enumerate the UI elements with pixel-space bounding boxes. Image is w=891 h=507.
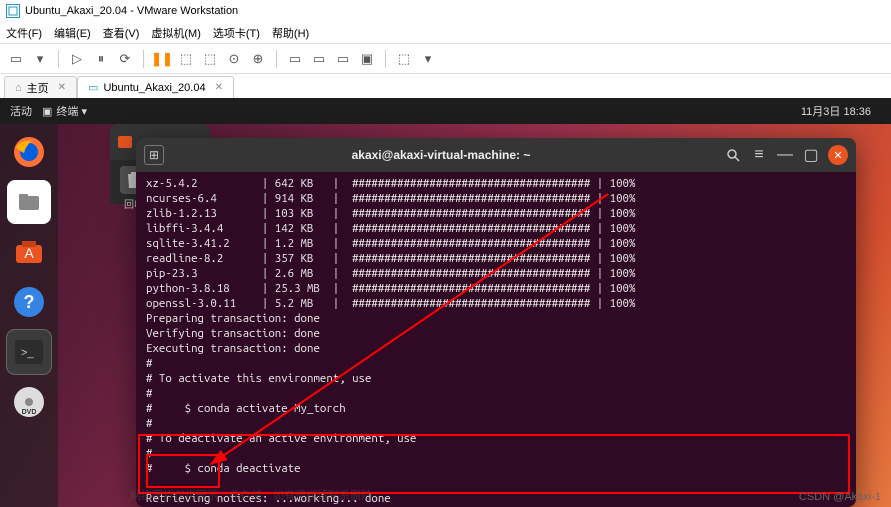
close-icon[interactable]: ✕ — [215, 82, 223, 93]
multi-icon[interactable]: ▣ — [357, 49, 377, 69]
vmware-title-text: Ubuntu_Akaxi_20.04 - VMware Workstation — [25, 5, 238, 17]
topbar-app[interactable]: ▣ 终端 ▾ — [42, 103, 87, 119]
faded-watermark: 网络图片仅供展示，非存储，如有侵权请联系删除。 — [130, 487, 383, 503]
stretch-icon[interactable]: ⬚ — [394, 49, 414, 69]
restart-icon[interactable]: ⟳ — [115, 49, 135, 69]
terminal-small-icon: ▣ — [42, 105, 52, 118]
tab-vm[interactable]: ▭ Ubuntu_Akaxi_20.04 ✕ — [77, 76, 234, 98]
activities-button[interactable]: 活动 — [10, 103, 32, 119]
ubuntu-topbar: 活动 ▣ 终端 ▾ 11月3日 18:36 — [0, 98, 891, 124]
vmware-icon — [6, 4, 20, 18]
tab-vm-label: Ubuntu_Akaxi_20.04 — [103, 82, 205, 94]
ubuntu-dock: A ? >_ DVD — [0, 124, 58, 507]
clock[interactable]: 11月3日 18:36 — [801, 103, 871, 119]
minimize-icon[interactable]: — — [774, 144, 796, 166]
vmware-tabs: ⌂ 主页 ✕ ▭ Ubuntu_Akaxi_20.04 ✕ — [0, 74, 891, 98]
vmware-menubar: 文件(F) 编辑(E) 查看(V) 虚拟机(M) 选项卡(T) 帮助(H) — [0, 22, 891, 44]
menu-icon[interactable]: ≡ — [748, 144, 770, 166]
terminal-body[interactable]: xz-5.4.2 | 642 KB | ####################… — [136, 172, 856, 507]
vm-tab-icon: ▭ — [88, 81, 98, 94]
home-icon: ⌂ — [15, 82, 22, 94]
pause-icon[interactable]: ❚❚ — [152, 49, 172, 69]
menu-tabs[interactable]: 选项卡(T) — [213, 25, 260, 41]
svg-text:>_: >_ — [21, 347, 34, 359]
terminal-icon[interactable]: >_ — [7, 330, 51, 374]
menu-help[interactable]: 帮助(H) — [272, 25, 309, 41]
fullscreen-icon[interactable]: ▭ — [285, 49, 305, 69]
power-on-icon[interactable]: ▷ — [67, 49, 87, 69]
unity-icon[interactable]: ▭ — [309, 49, 329, 69]
terminal-titlebar: ⊞ akaxi@akaxi-virtual-machine: ~ ≡ — ▢ ✕ — [136, 138, 856, 172]
new-tab-button[interactable]: ⊞ — [144, 145, 164, 165]
help-icon[interactable]: ? — [7, 280, 51, 324]
menu-file[interactable]: 文件(F) — [6, 25, 42, 41]
ubuntu-desktop: 活动 ▣ 终端 ▾ 11月3日 18:36 A ? >_ DVD — [0, 98, 891, 507]
menu-vm[interactable]: 虚拟机(M) — [151, 25, 201, 41]
tab-home-label: 主页 — [27, 80, 49, 96]
vmware-titlebar: Ubuntu_Akaxi_20.04 - VMware Workstation — [0, 0, 891, 22]
settings-icon[interactable]: ▾ — [418, 49, 438, 69]
maximize-icon[interactable]: ▢ — [800, 144, 822, 166]
console-icon[interactable]: ▭ — [333, 49, 353, 69]
close-window-icon[interactable]: ✕ — [828, 145, 848, 165]
terminal-title: akaxi@akaxi-virtual-machine: ~ — [164, 148, 718, 162]
menu-view[interactable]: 查看(V) — [103, 25, 140, 41]
dvd-icon[interactable]: DVD — [7, 380, 51, 424]
files-icon[interactable] — [7, 180, 51, 224]
terminal-window: ⊞ akaxi@akaxi-virtual-machine: ~ ≡ — ▢ ✕… — [136, 138, 856, 507]
watermark: CSDN @Akaxi-1 — [799, 491, 881, 503]
search-icon[interactable] — [722, 144, 744, 166]
folder-icon — [118, 136, 132, 148]
close-icon[interactable]: ✕ — [58, 82, 66, 93]
snapshot-mgr-icon[interactable]: ⬚ — [200, 49, 220, 69]
menu-edit[interactable]: 编辑(E) — [54, 25, 91, 41]
dropdown-icon[interactable]: ▾ — [30, 49, 50, 69]
svg-text:DVD: DVD — [22, 409, 37, 416]
vmware-toolbar: ▭ ▾ ▷ ⏸ ⟳ ❚❚ ⬚ ⬚ ⊙ ⊕ ▭ ▭ ▭ ▣ ⬚ ▾ — [0, 44, 891, 74]
revert-icon[interactable]: ⊙ — [224, 49, 244, 69]
snapshot-icon[interactable]: ⬚ — [176, 49, 196, 69]
library-icon[interactable]: ▭ — [6, 49, 26, 69]
clock-icon[interactable]: ⊕ — [248, 49, 268, 69]
svg-text:?: ? — [24, 292, 35, 312]
suspend-icon[interactable]: ⏸ — [91, 49, 111, 69]
firefox-icon[interactable] — [7, 130, 51, 174]
svg-text:A: A — [24, 245, 34, 261]
tab-home[interactable]: ⌂ 主页 ✕ — [4, 76, 77, 98]
topbar-app-label: 终端 ▾ — [56, 103, 87, 119]
software-icon[interactable]: A — [7, 230, 51, 274]
